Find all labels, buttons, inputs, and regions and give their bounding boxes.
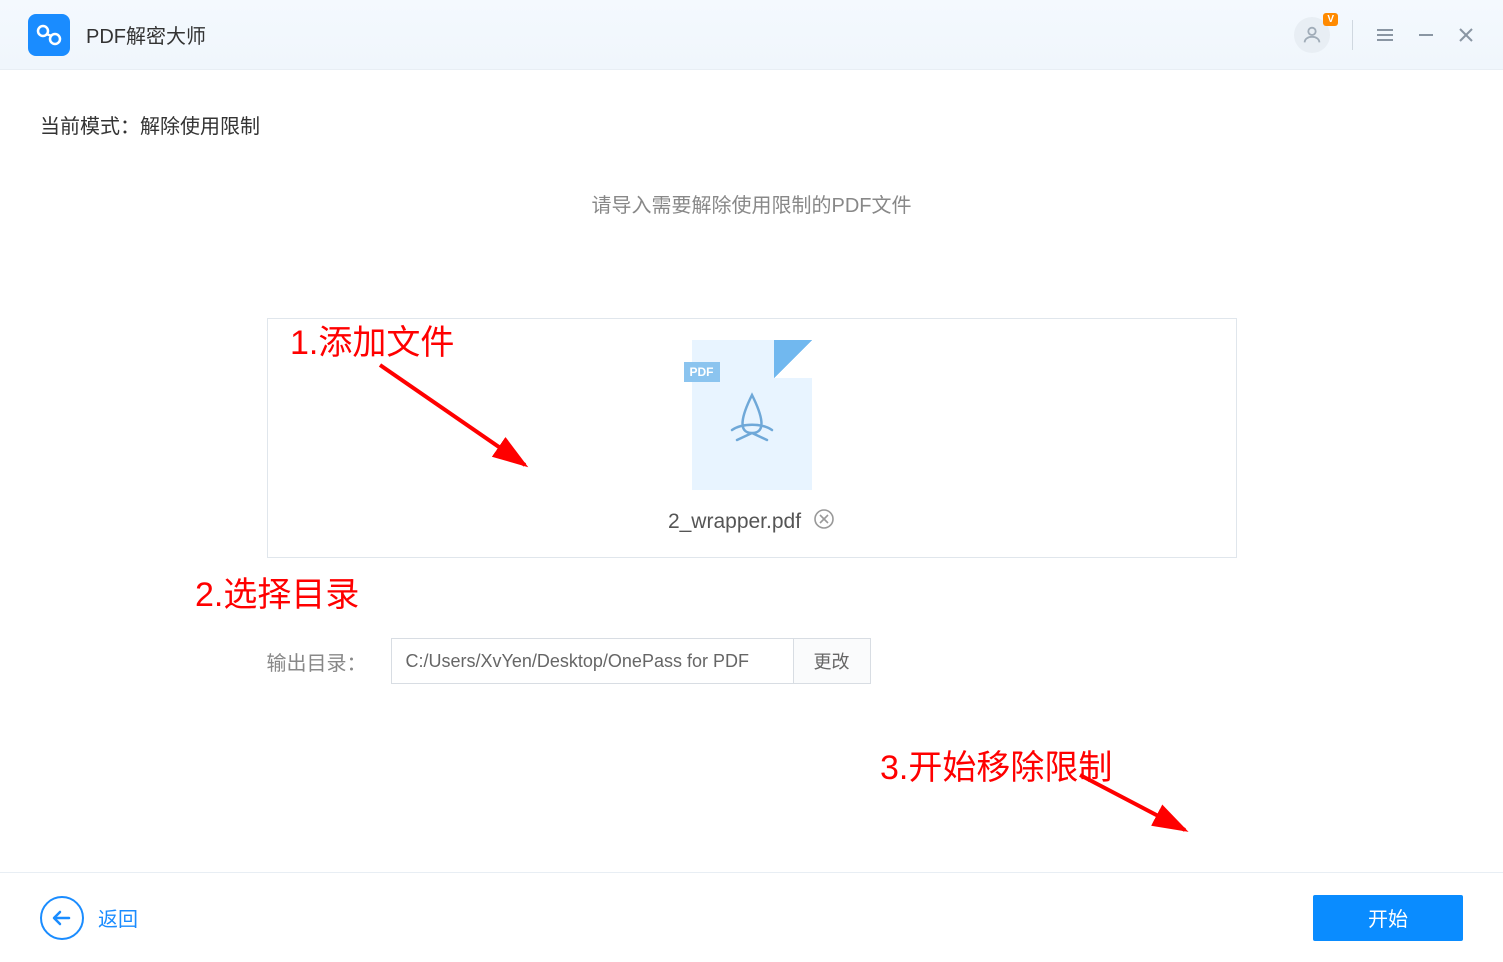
file-dropzone[interactable]: PDF 2_wrapper.pdf [267, 318, 1237, 558]
output-path-box: C:/Users/XvYen/Desktop/OnePass for PDF 更… [391, 638, 871, 684]
titlebar-controls: V [1294, 17, 1475, 53]
person-icon [1301, 24, 1323, 46]
close-icon [1457, 26, 1475, 44]
start-button[interactable]: 开始 [1313, 895, 1463, 941]
key-icon [35, 21, 63, 49]
instruction-text: 请导入需要解除使用限制的PDF文件 [40, 189, 1463, 218]
output-label: 输出目录： [267, 647, 367, 676]
annotation-2: 2.选择目录 [195, 567, 359, 616]
file-name: 2_wrapper.pdf [668, 510, 801, 534]
annotation-3: 3.开始移除限制 [880, 740, 1112, 789]
close-button[interactable] [1457, 26, 1475, 44]
mode-value: 解除使用限制 [140, 116, 260, 138]
output-row: 输出目录： C:/Users/XvYen/Desktop/OnePass for… [267, 638, 1237, 684]
menu-button[interactable] [1375, 25, 1395, 45]
annotation-3-arrow [1070, 765, 1200, 845]
output-path: C:/Users/XvYen/Desktop/OnePass for PDF [392, 651, 793, 672]
divider [1352, 20, 1353, 50]
app-logo [28, 14, 70, 56]
menu-icon [1375, 25, 1395, 45]
remove-file-button[interactable] [813, 508, 835, 536]
file-row: 2_wrapper.pdf [668, 508, 835, 536]
back-arrow-icon [51, 907, 73, 929]
user-avatar[interactable]: V [1294, 17, 1330, 53]
footer: 返回 开始 [0, 872, 1503, 962]
change-directory-button[interactable]: 更改 [793, 639, 870, 683]
file-corner [774, 340, 812, 378]
acrobat-icon [722, 385, 782, 445]
minimize-button[interactable] [1417, 26, 1435, 44]
app-title: PDF解密大师 [86, 20, 206, 49]
back-button[interactable] [40, 896, 84, 940]
pdf-badge: PDF [684, 362, 720, 382]
remove-icon [813, 508, 835, 530]
minimize-icon [1417, 26, 1435, 44]
mode-label: 当前模式：解除使用限制 [40, 110, 1463, 139]
pdf-file-icon: PDF [692, 340, 812, 490]
vip-badge: V [1323, 13, 1338, 26]
mode-prefix: 当前模式： [40, 116, 140, 138]
titlebar: PDF解密大师 V [0, 0, 1503, 70]
content-area: 当前模式：解除使用限制 请导入需要解除使用限制的PDF文件 PDF 2_wrap… [0, 70, 1503, 872]
back-label[interactable]: 返回 [98, 903, 138, 932]
